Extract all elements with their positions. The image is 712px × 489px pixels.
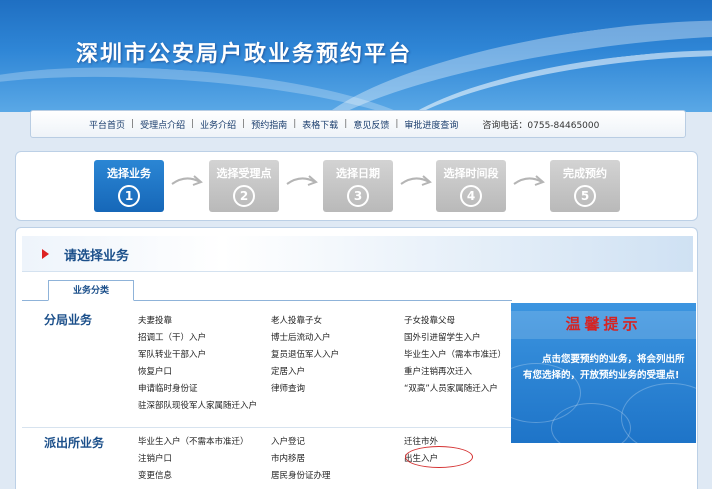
- cloud-decoration: [621, 383, 696, 443]
- nav-progress-query[interactable]: 审批进度查询: [404, 118, 458, 131]
- nav-separator: |: [395, 119, 399, 129]
- nav-home[interactable]: 平台首页: [89, 118, 125, 131]
- nav-separator: |: [131, 119, 135, 129]
- business-link[interactable]: 变更信息: [138, 469, 266, 481]
- group-title: 派出所业务: [44, 436, 105, 450]
- business-link[interactable]: 注销户口: [138, 452, 266, 464]
- nav-service-points[interactable]: 受理点介绍: [140, 118, 185, 131]
- step-arrow-icon: [171, 175, 203, 186]
- header-banner: 深圳市公安局户政业务预约平台: [0, 0, 712, 112]
- nav-business-intro[interactable]: 业务介绍: [200, 118, 236, 131]
- section-header: 请选择业务: [22, 236, 693, 272]
- step-complete: 完成预约 5: [550, 160, 620, 212]
- step-arrow-icon: [513, 175, 545, 186]
- triangle-right-icon: [42, 249, 49, 259]
- business-link[interactable]: 毕业生入户（需本市准迁）: [404, 348, 512, 360]
- business-link[interactable]: 军队转业干部入户: [138, 348, 266, 360]
- tip-title: 温馨提示: [565, 315, 642, 333]
- business-link[interactable]: 夫妻投靠: [138, 314, 266, 326]
- group-title: 分局业务: [44, 313, 93, 327]
- nav-guide[interactable]: 预约指南: [251, 118, 287, 131]
- business-link[interactable]: 市内移居: [271, 452, 386, 464]
- nav-separator: |: [344, 119, 348, 129]
- site-title: 深圳市公安局户政业务预约平台: [76, 42, 413, 67]
- step-arrow-icon: [400, 175, 432, 186]
- tip-box: 温馨提示 点击您要预约的业务，将会列出所有您选择的，开放预约业务的受理点!: [511, 303, 696, 443]
- nav-feedback[interactable]: 意见反馈: [353, 118, 389, 131]
- highlight-circle: [405, 446, 473, 468]
- top-nav: 平台首页 | 受理点介绍 | 业务介绍 | 预约指南 | 表格下载 | 意见反馈…: [30, 110, 686, 138]
- business-link[interactable]: 入户登记: [271, 435, 386, 447]
- group-branch-business: 分局业务 夫妻投靠 老人投靠子女 子女投靠父母 招调工（干）入户 博士后流动入户…: [22, 305, 512, 423]
- tab-business-category[interactable]: 业务分类: [48, 280, 134, 301]
- nav-forms[interactable]: 表格下载: [302, 118, 338, 131]
- business-link[interactable]: 博士后流动入户: [271, 331, 386, 343]
- tip-body: 点击您要预约的业务，将会列出所有您选择的，开放预约业务的受理点!: [523, 354, 685, 381]
- business-link[interactable]: 驻深部队现役军人家属随迁入户: [138, 399, 338, 411]
- business-link[interactable]: 恢复户口: [138, 365, 266, 377]
- progress-steps: 选择业务 1 选择受理点 2 选择日期 3 选择时间段 4 完成预约 5: [15, 151, 698, 221]
- hotline-text: 咨询电话：0755-84465000: [482, 120, 600, 131]
- business-link[interactable]: 重户注销再次迁入: [404, 365, 512, 377]
- nav-separator: |: [191, 119, 195, 129]
- business-link[interactable]: “双高”人员家属随迁入户: [404, 382, 512, 394]
- step-select-business: 选择业务 1: [94, 160, 164, 212]
- step-select-time: 选择时间段 4: [436, 160, 506, 212]
- business-link[interactable]: 律师查询: [271, 382, 386, 394]
- business-link[interactable]: 迁往市外: [404, 435, 512, 447]
- business-link[interactable]: 申请临时身份证: [138, 382, 266, 394]
- business-link[interactable]: 定居入户: [271, 365, 386, 377]
- nav-separator: |: [242, 119, 246, 129]
- business-link[interactable]: 老人投靠子女: [271, 314, 386, 326]
- business-link[interactable]: 国外引进留学生入户: [404, 331, 512, 343]
- step-select-date: 选择日期 3: [323, 160, 393, 212]
- business-link[interactable]: 复员退伍军人入户: [271, 348, 386, 360]
- step-select-office: 选择受理点 2: [209, 160, 279, 212]
- step-arrow-icon: [286, 175, 318, 186]
- business-link[interactable]: 居民身份证办理: [271, 469, 386, 481]
- section-title: 请选择业务: [64, 249, 130, 264]
- business-link[interactable]: 毕业生入户（不需本市准迁）: [138, 435, 266, 447]
- cloud-decoration: [551, 403, 631, 443]
- nav-separator: |: [293, 119, 297, 129]
- business-link[interactable]: 招调工（干）入户: [138, 331, 266, 343]
- business-link[interactable]: 子女投靠父母: [404, 314, 512, 326]
